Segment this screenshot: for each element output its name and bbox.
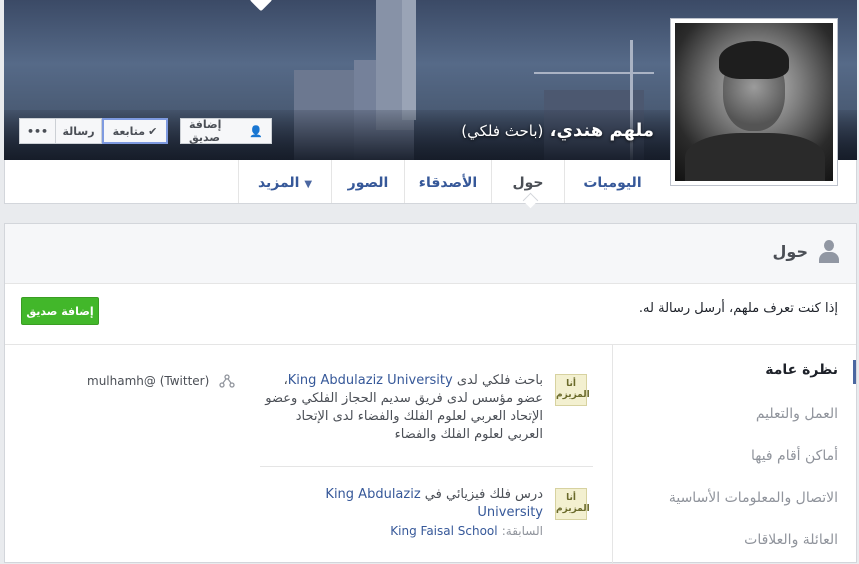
- entry-divider: [260, 466, 593, 467]
- active-section-indicator: [853, 360, 856, 384]
- sidebar-item-overview[interactable]: نظرة عامة: [765, 362, 838, 378]
- follow-button[interactable]: متابعة ✔: [102, 118, 168, 144]
- education-entry: درس فلك فيزيائي في King Abdulaziz Univer…: [325, 487, 543, 538]
- education-page-icon[interactable]: أنا المزيزم: [555, 488, 590, 520]
- checkmark-icon: ✔: [148, 124, 158, 138]
- social-link-icon: [219, 374, 235, 388]
- profile-name-text: ملهم هندي،: [549, 120, 654, 141]
- profile-actions: ••• رسالة متابعة ✔ إضافة صديق 👤: [19, 118, 272, 144]
- add-friend-green-button[interactable]: إضافة صديق: [21, 297, 99, 325]
- about-sidebar: نظرة عامة العمل والتعليم أماكن أقام فيها…: [612, 344, 856, 564]
- profile-picture[interactable]: [670, 18, 838, 186]
- profile-subtitle: (باحث فلكي): [461, 122, 544, 140]
- prompt-text: إذا كنت تعرف ملهم، أرسل رسالة له.: [638, 301, 838, 316]
- sidebar-item-contact-info[interactable]: الاتصال والمعلومات الأساسية: [669, 490, 838, 506]
- chevron-down-icon: ▼: [304, 179, 313, 190]
- about-header: حول: [5, 224, 856, 284]
- ellipsis-icon: •••: [26, 124, 49, 138]
- work-page-icon[interactable]: أنا المزيزم: [555, 374, 590, 406]
- about-panel: حول إذا كنت تعرف ملهم، أرسل رسالة له. إض…: [4, 223, 857, 564]
- tab-friends[interactable]: الأصدقاء: [404, 160, 491, 203]
- add-friend-icon: 👤: [249, 124, 263, 138]
- cover-crane: [534, 72, 654, 74]
- work-org-link[interactable]: King Abdulaziz University: [288, 373, 453, 388]
- sidebar-item-places[interactable]: أماكن أقام فيها: [751, 448, 838, 464]
- tab-more[interactable]: المزيد ▼: [238, 160, 331, 203]
- profile-photo: [675, 23, 833, 181]
- work-entry: باحث فلكي لدى King Abdulaziz University،…: [265, 373, 543, 442]
- more-options-button[interactable]: •••: [19, 118, 56, 144]
- tab-photos[interactable]: الصور: [331, 160, 404, 203]
- sidebar-item-family[interactable]: العائلة والعلاقات: [744, 532, 838, 548]
- profile-name[interactable]: ملهم هندي، (باحث فلكي): [461, 120, 654, 141]
- twitter-handle[interactable]: mulhamh@ (Twitter): [87, 374, 209, 388]
- cover-spire: [402, 0, 416, 120]
- previous-school-link[interactable]: King Faisal School: [390, 524, 497, 538]
- person-icon: [818, 240, 840, 264]
- message-button[interactable]: رسالة: [56, 118, 102, 144]
- add-friend-button[interactable]: إضافة صديق 👤: [180, 118, 272, 144]
- add-friend-prompt: إذا كنت تعرف ملهم، أرسل رسالة له. إضافة …: [5, 283, 856, 345]
- sidebar-item-work-education[interactable]: العمل والتعليم: [756, 406, 838, 422]
- about-title: حول: [772, 242, 808, 261]
- tab-timeline[interactable]: اليوميات: [564, 160, 660, 203]
